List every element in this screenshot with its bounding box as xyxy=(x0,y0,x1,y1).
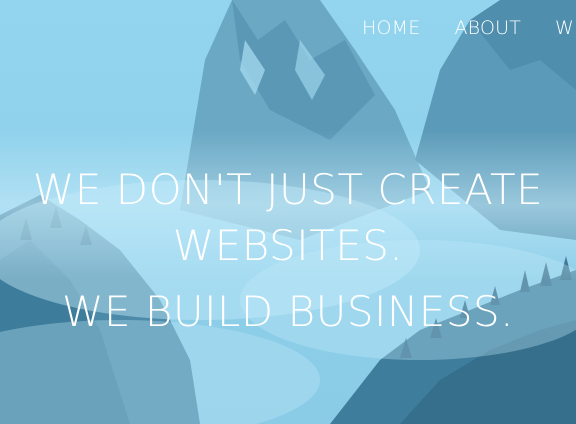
top-navigation: HOME ABOUT W xyxy=(362,14,576,44)
hero-headline: WE DON'T JUST CREATE WEBSITES. WE BUILD … xyxy=(0,160,576,342)
hero-section: HOME ABOUT W WE DON'T JUST CREATE WEBSITES… xyxy=(0,0,576,424)
hero-headline-line-1: WE DON'T JUST CREATE xyxy=(32,165,544,214)
nav-about-link[interactable]: ABOUT xyxy=(454,14,521,42)
nav-third-link[interactable]: W xyxy=(555,14,574,42)
hero-headline-line-2: WEBSITES. xyxy=(172,221,404,270)
nav-home-link[interactable]: HOME xyxy=(362,14,420,42)
hero-headline-line-3: WE BUILD BUSINESS. xyxy=(61,287,515,336)
